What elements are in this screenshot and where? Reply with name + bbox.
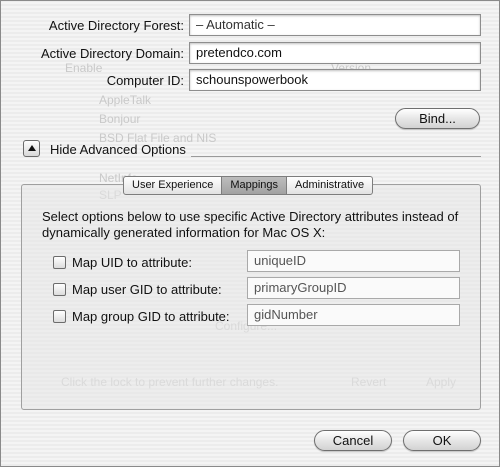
domain-field[interactable]: pretendco.com [189, 42, 481, 64]
disclosure-triangle-icon[interactable] [23, 140, 40, 157]
bind-button[interactable]: Bind... [395, 108, 480, 129]
tab-mappings[interactable]: Mappings [222, 177, 288, 194]
map-group-gid-checkbox[interactable] [53, 310, 66, 323]
forest-popup[interactable]: – Automatic – [189, 14, 481, 36]
tab-user-experience[interactable]: User Experience [124, 177, 223, 194]
uid-attribute-field[interactable]: uniqueID [247, 250, 460, 272]
cancel-button[interactable]: Cancel [314, 430, 392, 451]
user-gid-attribute-field[interactable]: primaryGroupID [247, 277, 460, 299]
domain-label: Active Directory Domain: [40, 46, 184, 61]
map-user-gid-label[interactable]: Map user GID to attribute: [72, 282, 222, 297]
map-uid-label[interactable]: Map UID to attribute: [72, 255, 192, 270]
computer-id-field[interactable]: schounspowerbook [189, 69, 481, 91]
directory-bind-sheet: Enable Version AppleTalk Bonjour BSD Fla… [0, 0, 500, 467]
map-group-gid-label[interactable]: Map group GID to attribute: [72, 309, 230, 324]
map-user-gid-checkbox[interactable] [53, 283, 66, 296]
group-gid-attribute-field[interactable]: gidNumber [247, 304, 460, 326]
mappings-description: Select options below to use specific Act… [42, 209, 459, 240]
ok-button[interactable]: OK [403, 430, 481, 451]
separator [191, 156, 481, 157]
advanced-tabs: User Experience Mappings Administrative [123, 176, 374, 195]
forest-label: Active Directory Forest: [48, 18, 184, 33]
map-uid-checkbox[interactable] [53, 256, 66, 269]
tab-administrative[interactable]: Administrative [287, 177, 372, 194]
computer-id-label: Computer ID: [106, 73, 184, 88]
hide-advanced-options-label[interactable]: Hide Advanced Options [50, 142, 186, 157]
